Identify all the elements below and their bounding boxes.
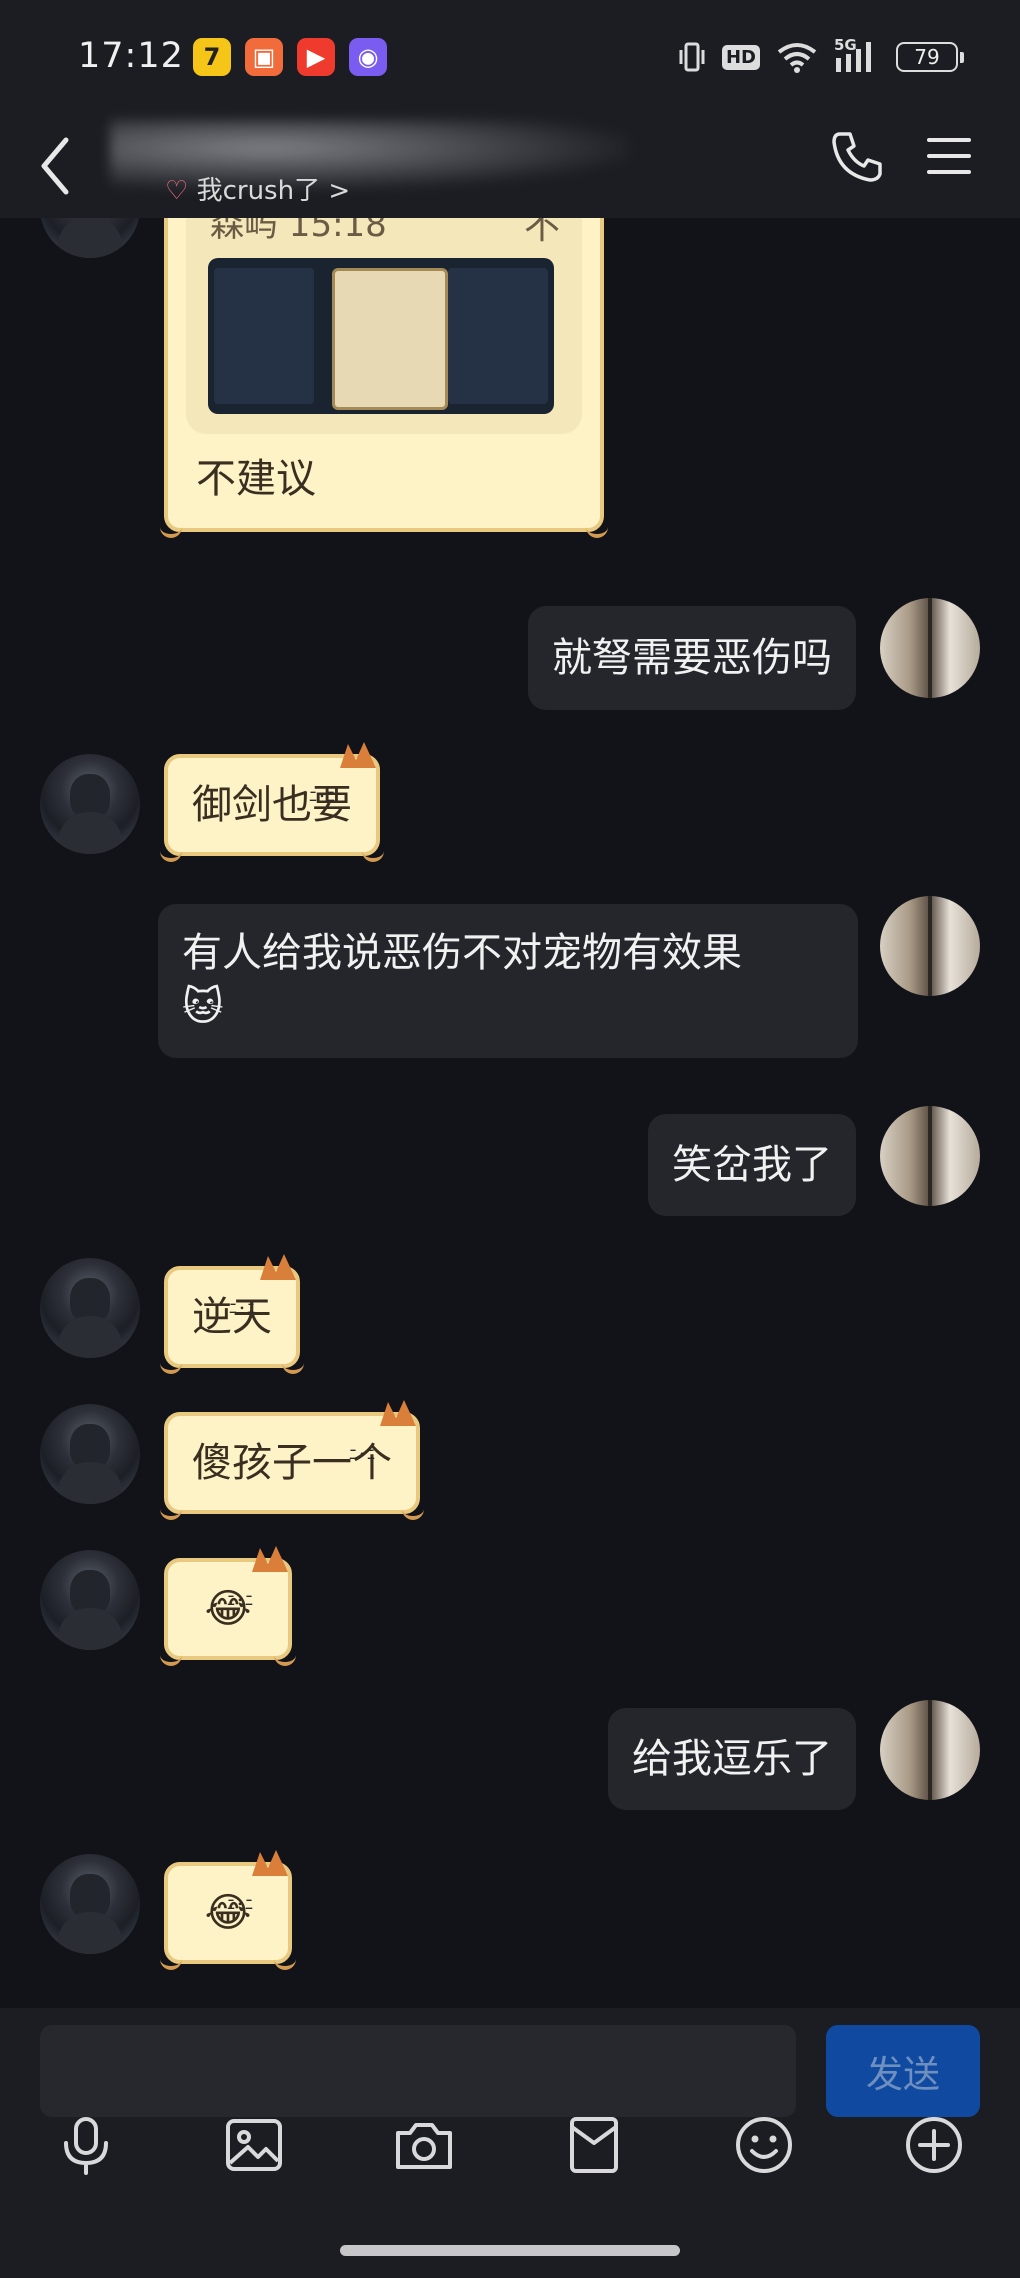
- cat-ear-icon: [252, 1850, 288, 1876]
- collapse-glyph: 不: [523, 218, 560, 247]
- avatar[interactable]: [880, 896, 980, 996]
- message-input[interactable]: [40, 2025, 796, 2117]
- bubble-curl: [160, 840, 182, 862]
- bubble-curl: [274, 1948, 296, 1970]
- message-text: 有人给我说恶伤不对宠物有效果: [182, 930, 742, 976]
- message-bubble-theirs[interactable]: 傻孩子一个 ﾆ･ﾆ: [160, 1400, 424, 1520]
- bubble-curl: [362, 840, 384, 862]
- avatar[interactable]: [40, 1258, 140, 1358]
- send-button[interactable]: 发送: [826, 2025, 980, 2117]
- bubble-curl: [402, 1498, 424, 1520]
- thumb-panel-left: [214, 268, 314, 404]
- status-time: 17:12: [78, 36, 184, 76]
- thumb-scroll: [332, 268, 448, 410]
- avatar[interactable]: [40, 1854, 140, 1954]
- cat-face-decoration: ﾆ･ﾆ: [308, 787, 336, 806]
- cat-ear-icon: [260, 1254, 296, 1280]
- avatar[interactable]: [40, 1404, 140, 1504]
- app-purple-icon: ◉: [349, 38, 387, 76]
- battery-indicator: 79: [896, 42, 964, 72]
- red-packet-icon[interactable]: [562, 2113, 626, 2177]
- hd-badge: HD: [721, 44, 760, 70]
- avatar[interactable]: [40, 218, 140, 258]
- message-bubble-theirs[interactable]: 😂 ﾆ･ﾆ: [160, 1546, 296, 1666]
- message-list[interactable]: 森屿 15:18 不 不建议 就弩需要恶伤吗 御剑也要 ﾆ･ﾆ 有人给我说恶伤不…: [0, 218, 1020, 2008]
- message-bubble-theirs[interactable]: 御剑也要 ﾆ･ﾆ: [160, 742, 384, 862]
- wifi-icon: [777, 43, 817, 73]
- plus-icon[interactable]: [902, 2113, 966, 2177]
- cat-ear-icon: [340, 742, 376, 768]
- message-bubble-mine[interactable]: 就弩需要恶伤吗: [528, 606, 856, 710]
- camera-icon[interactable]: [392, 2113, 456, 2177]
- reply-bubble[interactable]: 森屿 15:18 不 不建议: [160, 218, 608, 538]
- app-video-icon: ▶: [297, 38, 335, 76]
- message-emoji: 🐱: [182, 984, 224, 1030]
- bubble-curl: [160, 1352, 182, 1374]
- bubble-curl: [160, 1644, 182, 1666]
- system-icons: HD 5G 79: [678, 36, 964, 74]
- bubble-curl: [160, 1498, 182, 1520]
- phone-icon[interactable]: [830, 128, 886, 184]
- image-icon[interactable]: [222, 2113, 286, 2177]
- message-bubble-mine[interactable]: 笑岔我了: [648, 1114, 856, 1216]
- avatar[interactable]: [880, 598, 980, 698]
- vibrate-icon: [679, 42, 705, 72]
- back-icon[interactable]: [32, 128, 82, 204]
- avatar[interactable]: [40, 1550, 140, 1650]
- bubble-curl: [586, 516, 608, 538]
- app-7-icon: 7: [193, 38, 231, 76]
- signal-icon: 5G: [834, 36, 880, 74]
- quoted-message-card[interactable]: 森屿 15:18 不: [186, 218, 582, 434]
- header-subtitle: ♡ 我crush了 >: [165, 176, 351, 206]
- cat-face-decoration: ﾆ･ﾆ: [228, 1299, 256, 1318]
- home-indicator[interactable]: [340, 2245, 680, 2256]
- app-orange-icon: ▣: [245, 38, 283, 76]
- message-bubble-theirs[interactable]: 逆天 ﾆ･ﾆ: [160, 1254, 304, 1374]
- microphone-icon[interactable]: [54, 2113, 118, 2177]
- bubble-curl: [274, 1644, 296, 1666]
- quoted-image[interactable]: [208, 258, 554, 414]
- thumb-panel-right: [448, 268, 548, 404]
- heart-icon: ♡: [165, 176, 189, 206]
- message-bubble-mine[interactable]: 有人给我说恶伤不对宠物有效果 🐱: [158, 904, 858, 1058]
- bubble-curl: [160, 1948, 182, 1970]
- cat-ear-icon: [252, 1546, 288, 1572]
- avatar[interactable]: [880, 1700, 980, 1800]
- menu-icon[interactable]: [925, 132, 973, 180]
- notification-icons: 7 ▣ ▶ ◉: [193, 38, 387, 76]
- input-bar: 发送: [0, 2008, 1020, 2278]
- message-bubble-mine[interactable]: 给我逗乐了: [608, 1708, 856, 1810]
- message-bubble-theirs[interactable]: 😂 ﾆ･ﾆ: [160, 1850, 296, 1970]
- avatar[interactable]: [880, 1106, 980, 1206]
- bubble-curl: [282, 1352, 304, 1374]
- avatar[interactable]: [40, 754, 140, 854]
- emoji-icon[interactable]: [732, 2113, 796, 2177]
- status-bar: 17:12 7 ▣ ▶ ◉ HD 5G 79: [0, 0, 1020, 118]
- reply-text: 不建议: [196, 456, 316, 502]
- cat-ear-icon: [380, 1400, 416, 1426]
- bubble-curl: [160, 516, 182, 538]
- cat-face-decoration: ﾆ･ﾆ: [348, 1445, 376, 1464]
- quoted-sender-time: 森屿 15:18: [210, 218, 387, 245]
